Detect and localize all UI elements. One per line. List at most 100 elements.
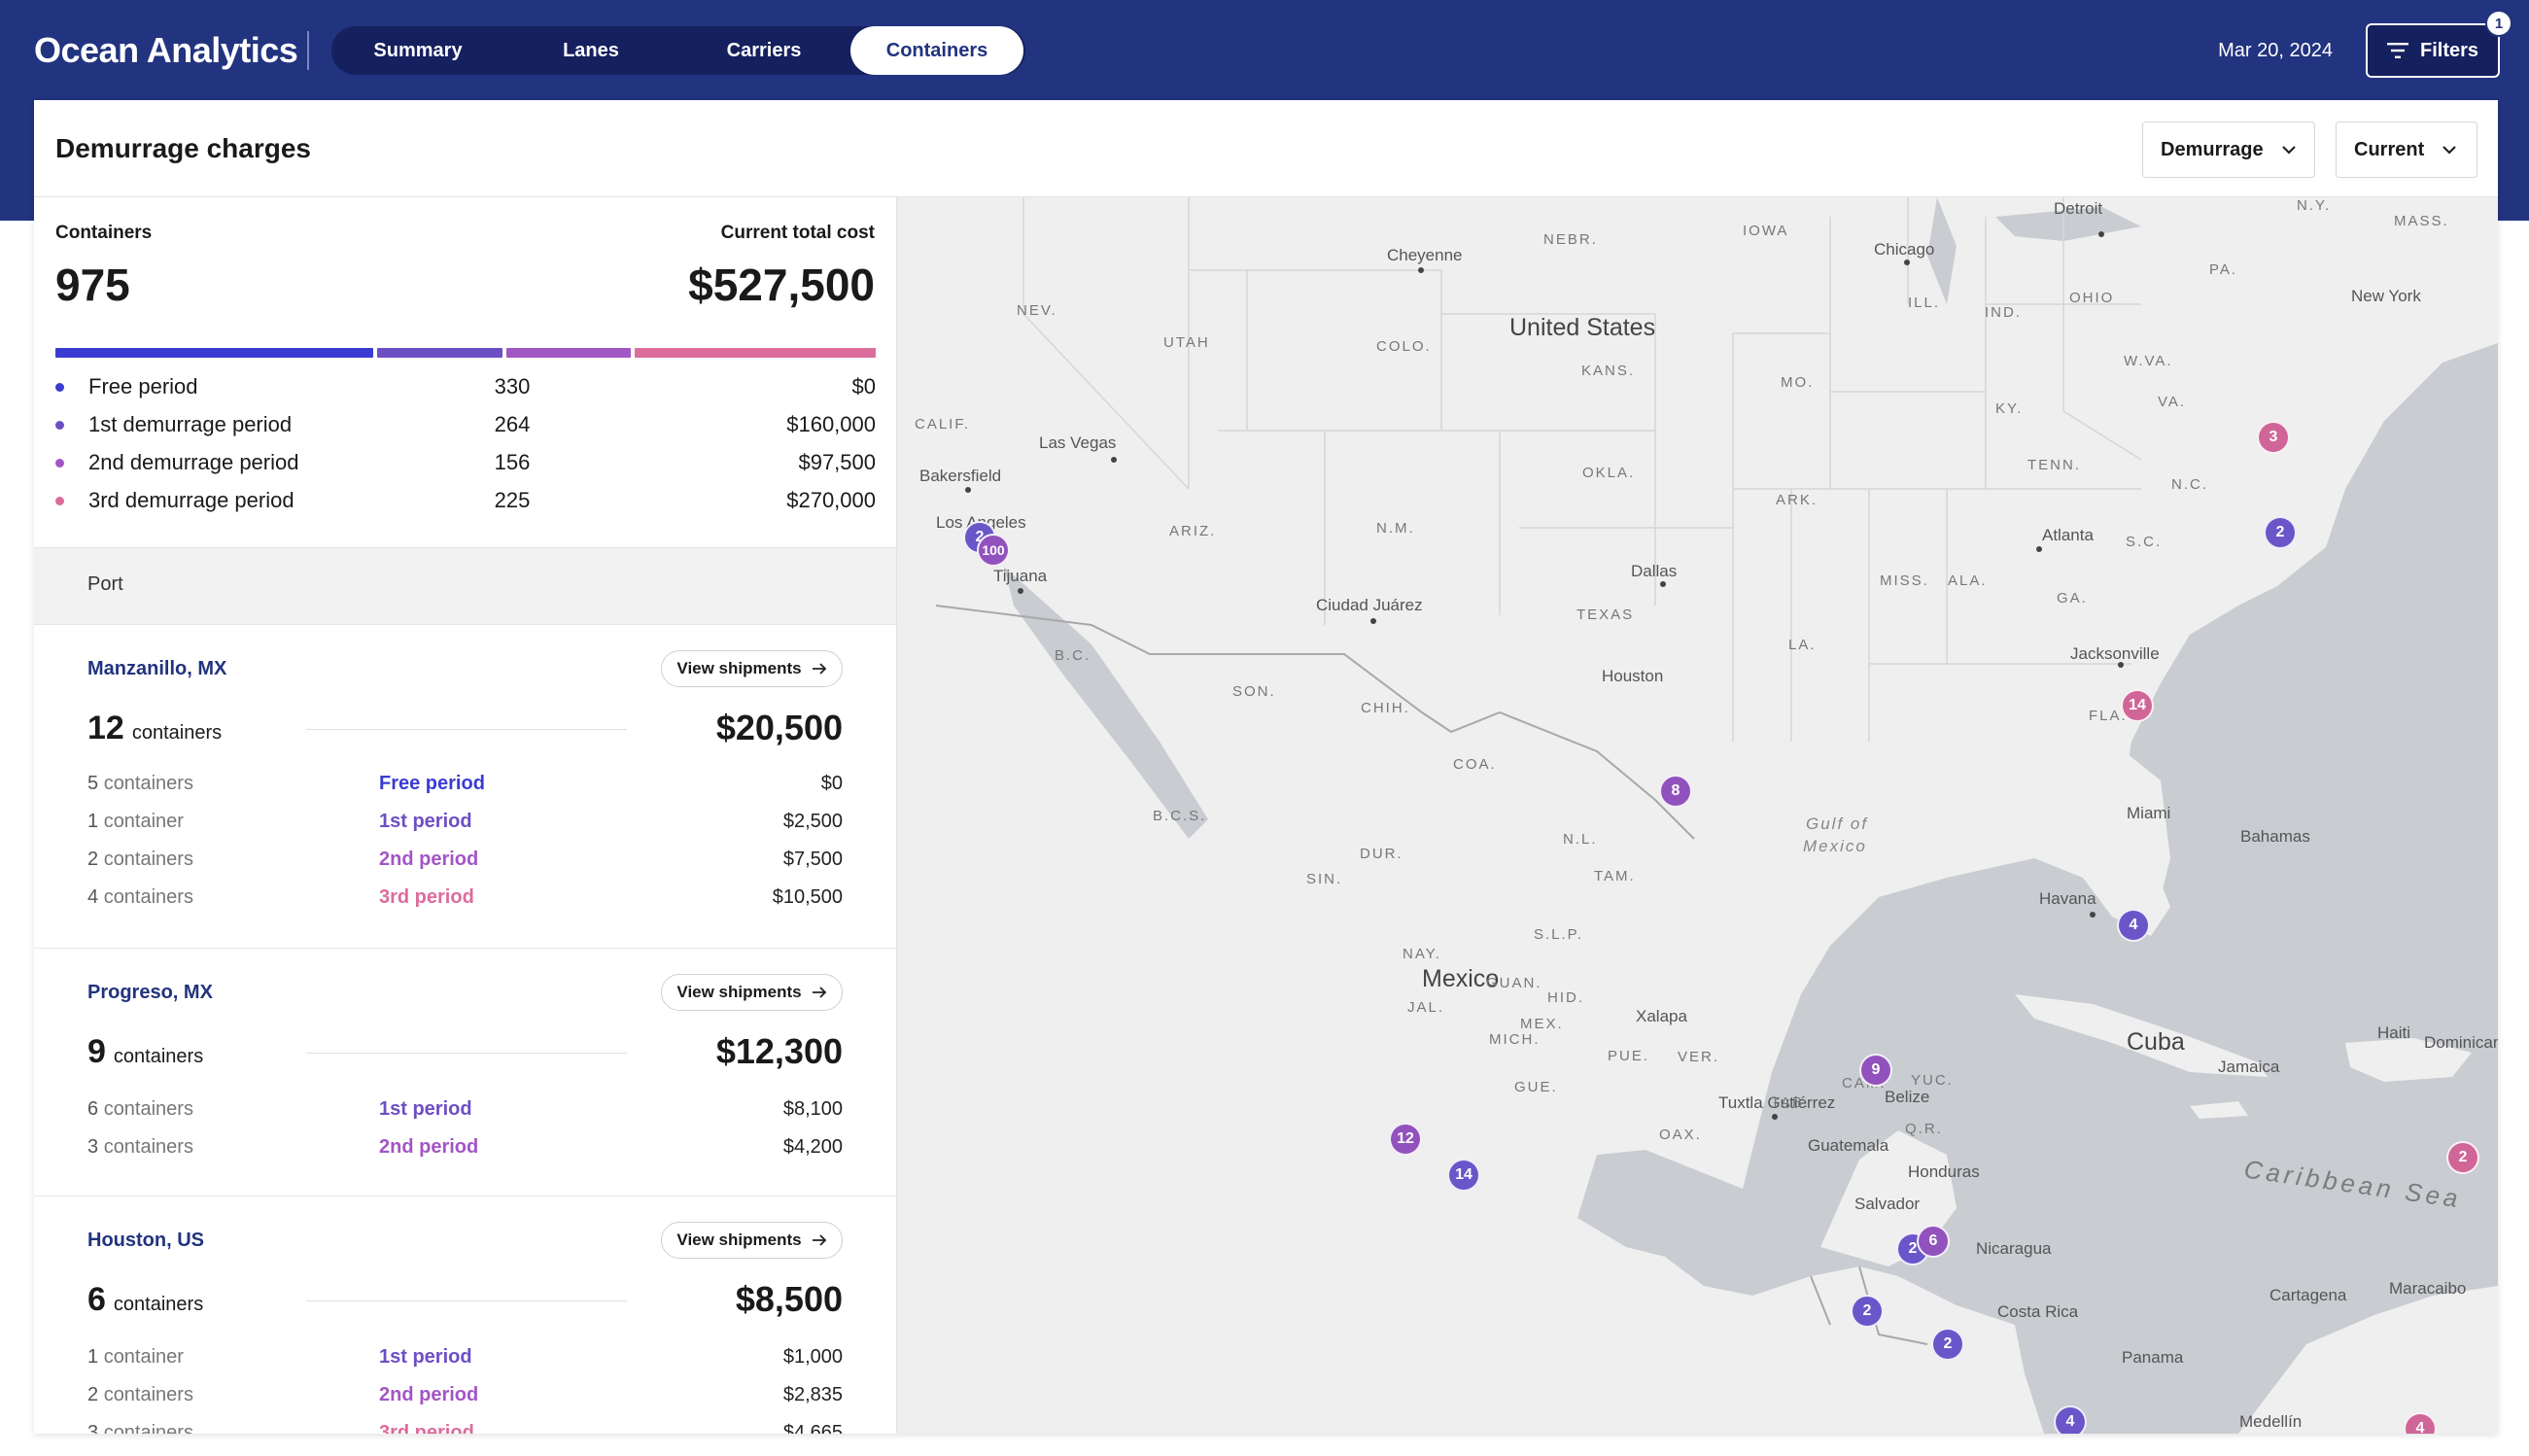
legend-dot bbox=[55, 497, 64, 505]
map-label-gulf: Mexico bbox=[1803, 837, 1867, 855]
map-label-state: SIN. bbox=[1306, 871, 1343, 887]
view-shipments-button[interactable]: View shipments bbox=[661, 650, 843, 687]
map-label-state: N.C. bbox=[2171, 476, 2208, 493]
map-label-city: Maracaibo bbox=[2389, 1279, 2467, 1298]
map-cluster-pin[interactable]: 8 bbox=[1659, 775, 1692, 808]
period-bar-segment bbox=[55, 348, 373, 358]
left-panel[interactable]: Containers Current total cost 975 $527,5… bbox=[34, 197, 897, 1434]
port-name[interactable]: Manzanillo, MX bbox=[87, 658, 226, 680]
map-label-state: COLO. bbox=[1376, 338, 1432, 355]
port-count-label: containers bbox=[131, 722, 223, 744]
map-label-state: ARIZ. bbox=[1169, 523, 1217, 539]
port-container-count: 12 containers bbox=[87, 709, 222, 752]
port-container-count: 9 containers bbox=[87, 1032, 203, 1076]
port-item-progreso: Progreso, MX View shipments 9 containers … bbox=[34, 949, 896, 1196]
city-marker bbox=[2118, 662, 2124, 668]
legend-dot bbox=[55, 421, 64, 430]
legend-cost: $0 bbox=[851, 374, 876, 399]
charge-type-dropdown[interactable]: Demurrage bbox=[2142, 121, 2315, 178]
port-period-row: 5 containers Free period $0 bbox=[87, 770, 843, 797]
header-date: Mar 20, 2024 bbox=[2218, 40, 2333, 61]
tab-summary[interactable]: Summary bbox=[331, 26, 504, 75]
map-cluster-pin[interactable]: 9 bbox=[1859, 1054, 1892, 1087]
legend-name: 1st demurrage period bbox=[88, 412, 293, 436]
row-period: 3rd period bbox=[379, 886, 474, 908]
port-period-row: 2 containers 2nd period $2,835 bbox=[87, 1381, 843, 1408]
period-distribution-bar bbox=[55, 348, 877, 358]
map-label-state: PUE. bbox=[1608, 1048, 1650, 1064]
map-label-city: Dallas bbox=[1631, 562, 1678, 580]
period-bar-segment bbox=[505, 348, 632, 358]
map-label-city: Costa Rica bbox=[1997, 1302, 2079, 1321]
map-label-city: Panama bbox=[2122, 1348, 2184, 1367]
port-count-number: 6 bbox=[87, 1281, 106, 1318]
filter-lines-icon bbox=[2386, 43, 2408, 58]
row-value: $4,200 bbox=[782, 1136, 843, 1158]
map-label-state: Q.R. bbox=[1905, 1121, 1943, 1137]
port-name[interactable]: Progreso, MX bbox=[87, 982, 213, 1004]
charge-type-value: Demurrage bbox=[2161, 138, 2264, 160]
row-count: 5 containers bbox=[87, 773, 193, 794]
tab-lanes[interactable]: Lanes bbox=[504, 26, 677, 75]
legend-row: Free period 330 $0 bbox=[55, 372, 876, 401]
legend-count: 264 bbox=[494, 412, 531, 436]
map-cluster-pin[interactable]: 3 bbox=[2257, 421, 2290, 454]
map-label-state: MISS. bbox=[1880, 572, 1929, 589]
map-cluster-pin[interactable]: 6 bbox=[1917, 1225, 1950, 1258]
map-cluster-pin[interactable]: 2 bbox=[1851, 1295, 1884, 1328]
port-period-row: 6 containers 1st period $8,100 bbox=[87, 1095, 843, 1123]
map-cluster-pin[interactable]: 4 bbox=[2117, 909, 2150, 942]
map-label-city: Ciudad Juárez bbox=[1316, 596, 1423, 614]
card-header: Demurrage charges Demurrage Current bbox=[34, 100, 2498, 197]
period-bar-segment bbox=[635, 348, 877, 358]
app-logo[interactable]: Ocean Analytics bbox=[34, 29, 298, 72]
legend-cost: $270,000 bbox=[786, 488, 876, 512]
map-label-city: Salvador bbox=[1854, 1195, 1921, 1213]
map-label-city: Bakersfield bbox=[919, 467, 1002, 485]
map-cluster-pin[interactable]: 14 bbox=[2121, 689, 2154, 722]
containers-label: Containers bbox=[55, 223, 153, 243]
legend-name: 2nd demurrage period bbox=[88, 450, 299, 474]
map-label-city: Haiti bbox=[2377, 1023, 2411, 1042]
map-label-state: N.Y. bbox=[2297, 197, 2332, 214]
map-cluster-pin[interactable]: 2 bbox=[1931, 1328, 1964, 1361]
map-cluster-pin[interactable]: 4 bbox=[2054, 1405, 2087, 1434]
map-label-state: MICH. bbox=[1489, 1031, 1541, 1048]
period-dropdown[interactable]: Current bbox=[2336, 121, 2477, 178]
port-count-number: 12 bbox=[87, 710, 124, 746]
filters-button[interactable]: Filters bbox=[2366, 23, 2500, 78]
city-marker bbox=[965, 487, 971, 493]
map-cluster-pin[interactable]: 2 bbox=[2446, 1141, 2479, 1174]
port-header-label: Port bbox=[87, 573, 123, 595]
map-label-city: Medellín bbox=[2239, 1412, 2303, 1431]
legend-dot bbox=[55, 459, 64, 468]
map-label-state: COA. bbox=[1453, 756, 1497, 773]
map-label-city: Honduras bbox=[1908, 1162, 1980, 1181]
city-marker bbox=[1111, 457, 1117, 463]
map-label-city: Jacksonville bbox=[2070, 644, 2160, 663]
view-shipments-button[interactable]: View shipments bbox=[661, 1222, 843, 1259]
map-cluster-pin[interactable]: 12 bbox=[1389, 1123, 1422, 1156]
tab-containers[interactable]: Containers bbox=[850, 26, 1023, 75]
view-shipments-label: View shipments bbox=[676, 659, 802, 677]
map-cluster-pin[interactable]: 14 bbox=[1447, 1159, 1480, 1192]
map-label-state: NAY. bbox=[1403, 946, 1441, 962]
map-view[interactable]: United States Mexico Cuba Caribbean Sea … bbox=[897, 197, 2498, 1434]
map-cluster-pin[interactable]: 2 bbox=[2264, 516, 2297, 549]
nav-tabs: Summary Lanes Carriers Containers bbox=[331, 26, 1025, 75]
legend-count: 330 bbox=[494, 374, 531, 399]
map-label-city: Bahamas bbox=[2240, 827, 2310, 846]
port-period-row: 3 containers 3rd period $4,665 bbox=[87, 1419, 843, 1434]
row-count: 3 containers bbox=[87, 1136, 193, 1158]
port-column-header: Port bbox=[34, 547, 896, 625]
logo-divider bbox=[307, 31, 309, 70]
map-label-state: TEXAS bbox=[1576, 607, 1635, 623]
map-label-state: IOWA bbox=[1743, 223, 1789, 239]
view-shipments-button[interactable]: View shipments bbox=[661, 974, 843, 1011]
tab-carriers[interactable]: Carriers bbox=[677, 26, 850, 75]
map-label-city: Havana bbox=[2039, 889, 2096, 908]
view-shipments-label: View shipments bbox=[676, 983, 802, 1001]
port-name[interactable]: Houston, US bbox=[87, 1230, 204, 1252]
map-cluster-pin[interactable]: 100 bbox=[977, 534, 1010, 567]
legend-count: 156 bbox=[494, 450, 531, 474]
